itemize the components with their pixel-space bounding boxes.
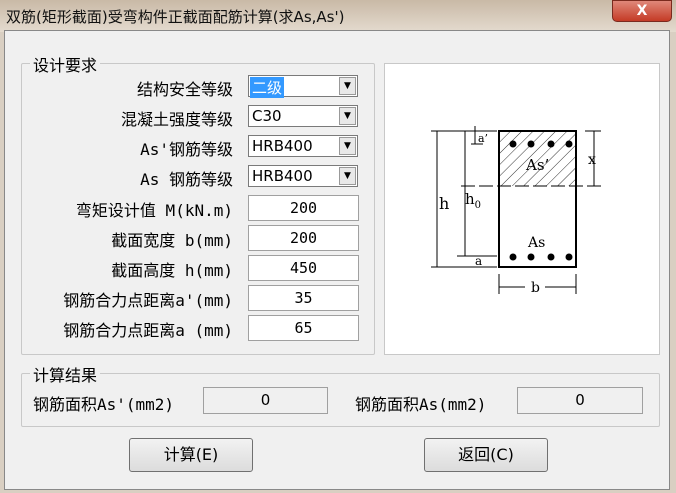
window-title: 双筋(矩形截面)受弯构件正截面配筋计算(求As,As') <box>6 8 345 26</box>
x-text: x <box>588 152 596 168</box>
h0-text: h0 <box>465 190 481 211</box>
b-text: b <box>531 280 540 296</box>
result-group-title: 计算结果 <box>30 362 101 386</box>
select-value: C30 <box>252 107 282 125</box>
as-grade-label: As 钢筋等级 <box>140 170 233 189</box>
close-button[interactable]: X <box>612 0 672 22</box>
close-icon: X <box>636 3 648 19</box>
select-value: HRB400 <box>252 167 313 185</box>
concrete-grade-select[interactable]: C30 ▼ <box>248 105 358 127</box>
height-label: 截面高度 h(mm) <box>111 261 233 280</box>
back-button[interactable]: 返回(C) <box>424 438 548 472</box>
safety-level-select[interactable]: 二级 ▼ <box>248 75 358 98</box>
beam-section-svg: As’ As h h0 x a’ a b <box>431 126 605 296</box>
section-diagram: As’ As h h0 x a’ a b <box>384 63 660 355</box>
as-prime-grade-label: As'钢筋等级 <box>140 140 233 159</box>
select-value: 二级 <box>250 77 285 98</box>
moment-label: 弯矩设计值 M(kN.m) <box>75 201 233 220</box>
a-prime-label: 钢筋合力点距离a'(mm) <box>63 291 233 310</box>
chevron-down-icon[interactable]: ▼ <box>339 167 356 185</box>
chevron-down-icon[interactable]: ▼ <box>339 77 356 95</box>
as-grade-select[interactable]: HRB400 ▼ <box>248 165 358 187</box>
moment-input[interactable]: 200 <box>248 195 359 221</box>
width-input[interactable]: 200 <box>248 225 359 251</box>
a-text: a <box>475 254 482 268</box>
title-bar: 双筋(矩形截面)受弯构件正截面配筋计算(求As,As') X <box>0 0 676 32</box>
as-prime-result: 0 <box>203 387 328 414</box>
design-group-title: 设计要求 <box>30 52 101 76</box>
as-prime-text: As’ <box>525 156 549 174</box>
bottom-rebars <box>509 253 573 261</box>
select-value: HRB400 <box>252 137 313 155</box>
a-prime-text: a’ <box>478 132 488 145</box>
as-prime-grade-select[interactable]: HRB400 ▼ <box>248 135 358 157</box>
concrete-grade-label: 混凝土强度等级 <box>120 110 233 129</box>
as-result-label: 钢筋面积As(mm2) <box>355 395 487 414</box>
a-input[interactable]: 65 <box>248 315 359 341</box>
as-prime-result-label: 钢筋面积As'(mm2) <box>33 395 175 414</box>
a-prime-input[interactable]: 35 <box>248 285 359 311</box>
a-label: 钢筋合力点距离a (mm) <box>63 321 233 340</box>
chevron-down-icon[interactable]: ▼ <box>339 137 356 155</box>
safety-level-label: 结构安全等级 <box>136 80 233 99</box>
calculate-button[interactable]: 计算(E) <box>129 438 253 472</box>
as-result: 0 <box>517 387 643 414</box>
chevron-down-icon[interactable]: ▼ <box>339 107 356 125</box>
height-input[interactable]: 450 <box>248 255 359 281</box>
width-label: 截面宽度 b(mm) <box>111 231 233 250</box>
dialog-client: 设计要求 结构安全等级 二级 ▼ 混凝土强度等级 C30 ▼ As'钢筋等级 HRB… <box>4 30 670 490</box>
h-text: h <box>439 194 449 213</box>
as-text: As <box>527 235 545 251</box>
